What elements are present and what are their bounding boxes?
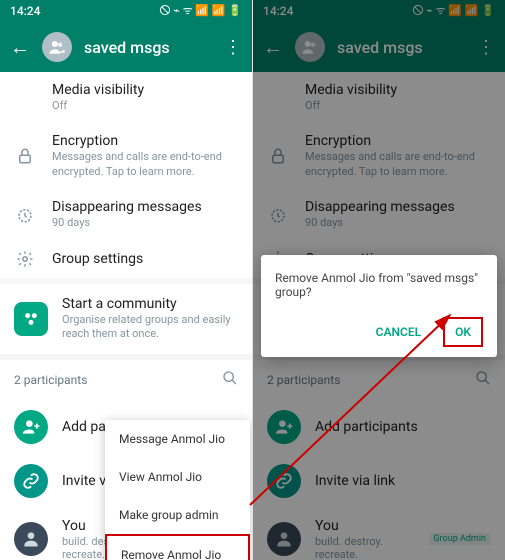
phone-screen-right: 14:24 🛇 ⌁ ᯤ 📶 📶 🔋 ← saved msgs ⋮ Media v… — [253, 0, 505, 560]
search-icon[interactable] — [222, 370, 238, 390]
group-avatar-icon[interactable] — [42, 32, 72, 62]
community-sub: Organise related groups and easily reach… — [62, 313, 238, 342]
community-icon — [14, 302, 48, 336]
group-settings-row[interactable]: Group settings — [0, 240, 252, 278]
group-settings-title: Group settings — [52, 251, 238, 267]
media-title: Media visibility — [52, 82, 238, 98]
status-time: 14:24 — [10, 4, 40, 18]
context-admin[interactable]: Make group admin — [105, 496, 250, 534]
link-icon — [14, 464, 48, 498]
disappearing-title: Disappearing messages — [52, 199, 238, 215]
context-view[interactable]: View Anmol Jio — [105, 458, 250, 496]
disappearing-row[interactable]: Disappearing messages 90 days — [0, 189, 252, 240]
add-person-icon — [14, 410, 48, 444]
avatar — [14, 522, 48, 556]
cancel-button[interactable]: CANCEL — [366, 319, 431, 345]
phone-screen-left: 14:24 🛇 ⌁ ᯤ 📶 📶 🔋 ← saved msgs ⋮ Media v… — [0, 0, 252, 560]
app-header: ← saved msgs ⋮ — [0, 22, 252, 72]
encryption-title: Encryption — [52, 133, 238, 149]
media-visibility-row[interactable]: Media visibility Off — [0, 72, 252, 123]
dialog-text: Remove Anmol Jio from "saved msgs" group… — [275, 271, 483, 299]
encryption-row[interactable]: Encryption Messages and calls are end-to… — [0, 123, 252, 189]
community-row[interactable]: Start a community Organise related group… — [0, 284, 252, 354]
participants-header: 2 participants — [0, 360, 252, 400]
context-remove[interactable]: Remove Anmol Jio — [105, 534, 250, 560]
gear-icon — [14, 250, 36, 268]
context-menu: Message Anmol Jio View Anmol Jio Make gr… — [105, 420, 250, 560]
status-icons: 🛇 ⌁ ᯤ 📶 📶 🔋 — [159, 2, 242, 21]
participants-count: 2 participants — [14, 373, 87, 387]
disappearing-sub: 90 days — [52, 216, 238, 230]
media-sub: Off — [52, 99, 238, 113]
context-message[interactable]: Message Anmol Jio — [105, 420, 250, 458]
encryption-sub: Messages and calls are end-to-end encryp… — [52, 150, 238, 179]
status-bar: 14:24 🛇 ⌁ ᯤ 📶 📶 🔋 — [0, 0, 252, 22]
timer-icon — [14, 206, 36, 224]
page-title: saved msgs — [84, 38, 212, 57]
lock-icon — [14, 147, 36, 165]
confirm-dialog: Remove Anmol Jio from "saved msgs" group… — [261, 255, 497, 357]
back-icon[interactable]: ← — [10, 35, 30, 60]
ok-button[interactable]: OK — [443, 317, 483, 347]
more-menu-icon[interactable]: ⋮ — [224, 37, 242, 58]
community-title: Start a community — [62, 296, 238, 312]
